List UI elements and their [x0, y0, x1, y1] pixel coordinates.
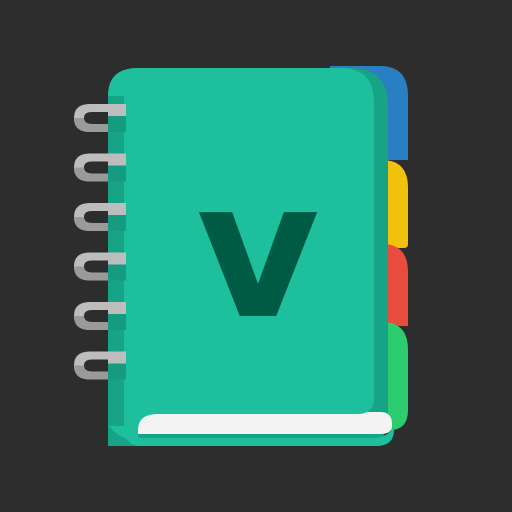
cover-letter: v — [196, 140, 320, 361]
spiral-ring — [74, 302, 126, 330]
spiral-ring — [74, 252, 126, 281]
spiral-ring — [74, 153, 126, 182]
spiral-ring — [74, 104, 126, 132]
spiral-ring — [74, 203, 126, 231]
app-icon-canvas: v — [0, 0, 512, 512]
book-pages — [130, 412, 392, 434]
spiral-ring — [74, 351, 126, 380]
address-book-icon: v — [74, 66, 408, 446]
